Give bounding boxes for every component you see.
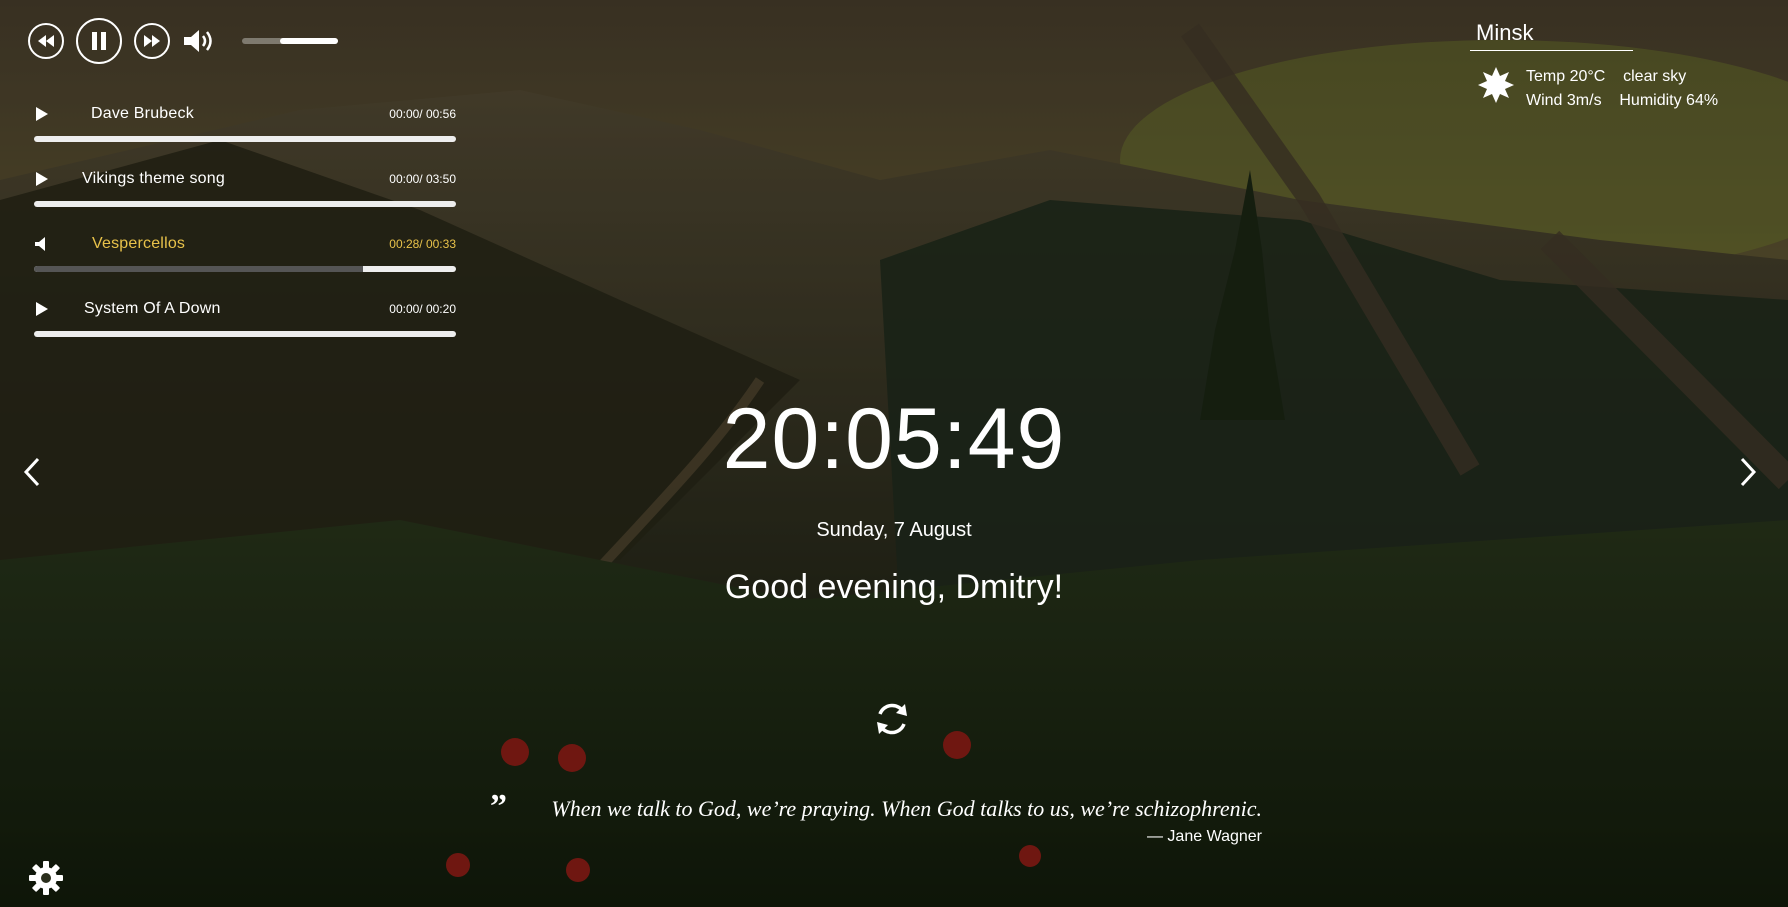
settings-gear-icon[interactable]: [28, 860, 64, 896]
fast-forward-button[interactable]: [134, 23, 170, 59]
track-time: 00:00/ 00:20: [389, 302, 456, 316]
playlist-track-active[interactable]: Vespercellos 00:28/ 00:33: [34, 228, 456, 293]
playlist-track[interactable]: System Of A Down 00:00/ 00:20: [34, 293, 456, 358]
play-icon[interactable]: [34, 171, 50, 187]
audio-player-controls: [28, 18, 338, 64]
refresh-quote-button[interactable]: [870, 697, 914, 741]
playlist-track[interactable]: Vikings theme song 00:00/ 03:50: [34, 163, 456, 228]
track-title: Dave Brubeck: [91, 105, 194, 122]
volume-slider[interactable]: [242, 38, 338, 44]
sun-icon: [1478, 67, 1514, 103]
weather-description: clear sky: [1623, 68, 1687, 85]
weather-humidity: Humidity 64%: [1619, 92, 1719, 109]
quote-block: ” When we talk to God, we’re praying. Wh…: [490, 788, 1262, 846]
clock-time: 20:05:49: [722, 391, 1066, 487]
quote-mark-icon: ”: [490, 788, 507, 825]
track-time: 00:00/ 00:56: [389, 107, 456, 121]
pause-button[interactable]: [76, 18, 122, 64]
track-progress-bar[interactable]: [34, 136, 456, 142]
volume-icon: [184, 30, 212, 52]
mute-button[interactable]: [182, 26, 220, 56]
rewind-icon: [38, 35, 54, 47]
pause-icon: [92, 32, 106, 50]
clock-date: Sunday, 7 August: [816, 519, 972, 541]
track-progress-bar[interactable]: [34, 331, 456, 337]
track-progress-bar[interactable]: [34, 201, 456, 207]
quote-text: When we talk to God, we’re praying. When…: [551, 796, 1262, 821]
greeting-text: Good evening, Dmitry!: [724, 568, 1064, 606]
play-icon[interactable]: [34, 301, 50, 317]
rewind-button[interactable]: [28, 23, 64, 59]
playlist-track[interactable]: Dave Brubeck 00:00/ 00:56: [34, 98, 456, 163]
track-time: 00:28/ 00:33: [389, 237, 456, 251]
weather-wind: Wind 3m/s: [1526, 92, 1602, 109]
track-progress-bar[interactable]: [34, 266, 456, 272]
track-title: Vikings theme song: [82, 170, 225, 187]
weather-temperature: Temp 20°C: [1526, 68, 1606, 85]
track-time: 00:00/ 03:50: [389, 172, 456, 186]
track-title: System Of A Down: [84, 300, 221, 317]
track-title: Vespercellos: [92, 235, 186, 252]
volume-slider-fill: [280, 38, 338, 44]
speaker-playing-icon[interactable]: [34, 236, 50, 252]
city-input[interactable]: Minsk: [1470, 18, 1633, 51]
fast-forward-icon: [144, 35, 160, 47]
playlist: Dave Brubeck 00:00/ 00:56 Vikings theme …: [34, 98, 456, 358]
weather-widget: Minsk Temp 20°C clear sky Wind 3m/s Humi…: [1470, 18, 1770, 113]
quote-author: — Jane Wagner: [1146, 828, 1262, 845]
track-progress-fill: [34, 266, 364, 272]
play-icon[interactable]: [34, 106, 50, 122]
